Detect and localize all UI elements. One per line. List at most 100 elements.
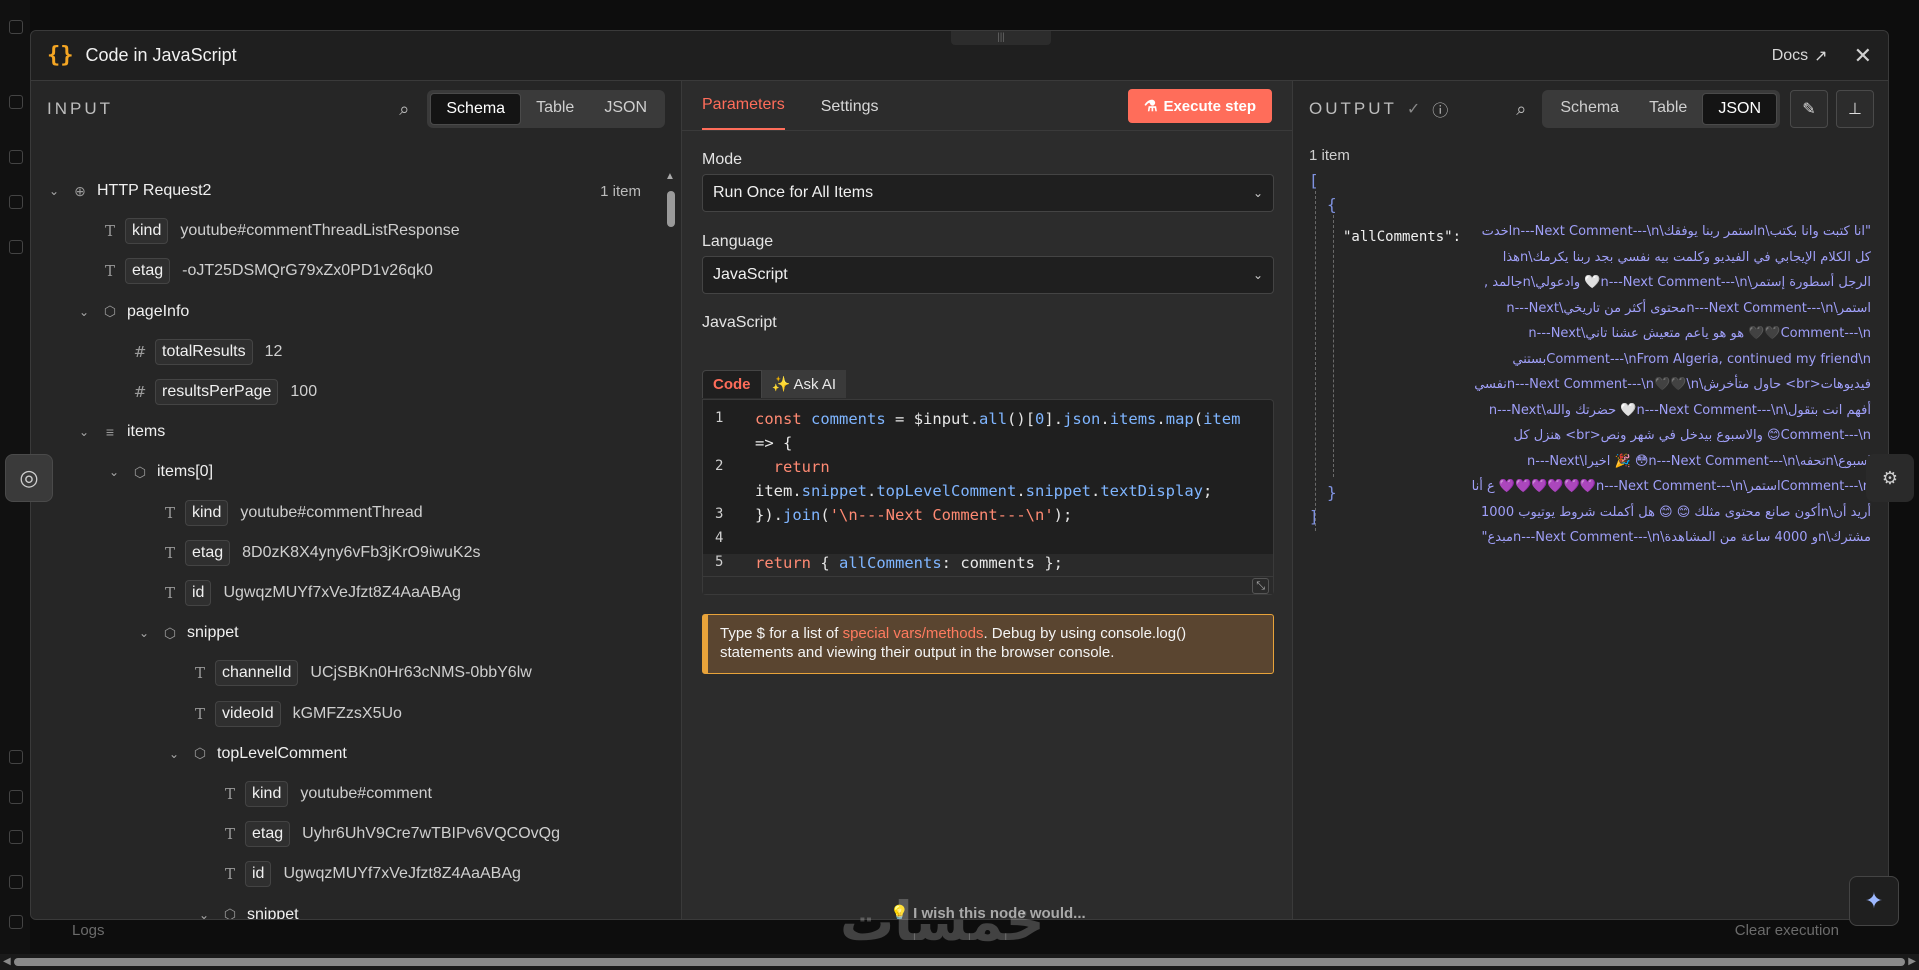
output-tab-json[interactable]: JSON <box>1702 93 1777 125</box>
output-label: OUTPUT <box>1309 99 1397 118</box>
workflow-icon <box>9 95 23 109</box>
tree-key[interactable]: kind <box>125 218 169 245</box>
tree-row[interactable]: ⌄ ⬡ snippet <box>195 900 299 919</box>
execute-step-button[interactable]: ⚗ Execute step <box>1128 89 1272 123</box>
tree-key[interactable]: channelId <box>215 660 299 687</box>
input-tab-table[interactable]: Table <box>521 93 589 125</box>
info-icon[interactable]: ⓘ <box>1432 97 1448 121</box>
tree-value: UCjSBKn0Hr63cNMS-0bbY6lw <box>310 664 532 682</box>
tree-key[interactable]: pageInfo <box>127 303 189 321</box>
tree-key[interactable]: videoId <box>215 700 281 727</box>
close-icon[interactable]: ✕ <box>1854 43 1872 69</box>
horizontal-scrollbar[interactable]: ◀ ▶ <box>0 954 1919 970</box>
package-icon <box>9 790 23 804</box>
scroll-left-icon[interactable]: ◀ <box>3 956 11 967</box>
tree-key[interactable]: snippet <box>247 906 299 919</box>
json-key: "allComments": <box>1343 229 1462 245</box>
tree-key[interactable]: id <box>245 861 272 888</box>
tree-key[interactable]: kind <box>185 499 229 526</box>
chevron-down-icon[interactable]: ⌄ <box>135 626 153 640</box>
tab-settings[interactable]: Settings <box>821 98 879 130</box>
output-tab-schema[interactable]: Schema <box>1545 93 1634 125</box>
search-icon[interactable]: ⌕ <box>399 99 409 120</box>
tree-key[interactable]: resultsPerPage <box>155 379 279 405</box>
modal-title: Code in JavaScript <box>85 45 237 65</box>
chevron-down-icon[interactable]: ⌄ <box>45 184 63 198</box>
settings-icon <box>9 915 23 929</box>
output-tab-table[interactable]: Table <box>1634 93 1702 125</box>
text-type-icon: T <box>194 704 205 723</box>
ask-ai-tab[interactable]: ✨ Ask AI <box>761 370 847 398</box>
tree-key[interactable]: kind <box>245 781 289 807</box>
edit-pencil-icon[interactable]: ✎ <box>1790 90 1828 128</box>
ai-assistant-icon[interactable]: ✦ <box>1849 876 1899 926</box>
tree-row[interactable]: ⌄ ⬡ topLevelComment <box>165 739 347 769</box>
tree-key[interactable]: snippet <box>187 624 239 642</box>
chat-icon <box>9 240 23 254</box>
resize-icon[interactable]: ⤡ <box>1252 578 1269 594</box>
params-tabs: Parameters Settings ⚗ Execute step <box>682 81 1292 131</box>
search-icon[interactable]: ⌕ <box>1516 99 1526 120</box>
chevron-down-icon[interactable]: ⌄ <box>195 908 213 919</box>
tree-key[interactable]: id <box>185 580 212 606</box>
sparkle-icon: ✨ <box>771 376 791 393</box>
tree-row[interactable]: ⌄ ⬡ pageInfo <box>75 297 189 327</box>
tree-key[interactable]: topLevelComment <box>217 745 347 763</box>
tree-key[interactable]: etag <box>185 539 231 566</box>
globe-icon: ⊕ <box>74 182 86 199</box>
language-select[interactable]: JavaScript ⌄ <box>702 256 1274 294</box>
hint-callout: Type $ for a list of special vars/method… <box>702 614 1274 674</box>
tree-key[interactable]: etag <box>245 821 291 848</box>
input-panel: INPUT ⌕ Schema Table JSON ⌄ ⊕ HTTP Request… <box>31 81 681 919</box>
text-type-icon: T <box>164 503 175 522</box>
json-close-bracket: ] <box>1309 507 1319 526</box>
tab-parameters[interactable]: Parameters <box>702 96 785 130</box>
tree-row[interactable]: ⌄ ≡ items <box>75 417 165 447</box>
tree-value: 12 <box>264 342 283 360</box>
text-type-icon: T <box>104 262 115 281</box>
chevron-down-icon[interactable]: ⌄ <box>105 465 123 479</box>
tree-row[interactable]: ⌄ ⬡ items[0] <box>105 457 213 487</box>
input-tab-json[interactable]: JSON <box>589 93 662 125</box>
scroll-thumb[interactable] <box>14 958 1905 966</box>
tree-key[interactable]: totalResults <box>155 338 253 365</box>
tree-key[interactable]: etag <box>125 258 171 285</box>
tree-value: kGMFZzsX5Uo <box>292 704 402 722</box>
output-panel: OUTPUT ✓ ⓘ ⌕ Schema Table JSON ✎ ⊥ 1 ite… <box>1293 81 1888 919</box>
robot-icon[interactable]: ⚙ <box>1866 454 1914 502</box>
tree-value: youtube#commentThreadListResponse <box>180 222 460 240</box>
input-tab-schema[interactable]: Schema <box>430 93 522 125</box>
code-braces-icon: {} <box>47 43 74 68</box>
tree-row: Tetag -oJT25DSMQrG79xZx0PD1v26qk0 <box>75 256 433 286</box>
special-vars-link[interactable]: special vars/methods <box>843 625 984 642</box>
scroll-right-icon[interactable]: ▶ <box>1908 956 1916 967</box>
scroll-thumb[interactable] <box>667 191 675 227</box>
clear-execution-button[interactable]: Clear execution <box>1735 922 1839 939</box>
docs-link[interactable]: Docs ↗ <box>1772 46 1828 66</box>
globe-icon[interactable]: ◎ <box>5 454 53 502</box>
tree-value: UgwqzMUYf7xVeJfzt8Z4AaABAg <box>223 584 461 601</box>
tree-scrollbar[interactable]: ▲ ▼ <box>663 171 679 919</box>
code-tab[interactable]: Code <box>702 370 762 398</box>
chevron-down-icon[interactable]: ⌄ <box>75 425 93 439</box>
tree-key[interactable]: HTTP Request2 <box>97 182 211 200</box>
chevron-down-icon[interactable]: ⌄ <box>75 305 93 319</box>
tree-key[interactable]: items <box>127 423 165 441</box>
pin-icon[interactable]: ⊥ <box>1836 90 1874 128</box>
code-editor[interactable]: 1 const comments = $input.all()[0].json.… <box>702 399 1274 595</box>
object-type-icon: ⬡ <box>133 463 147 480</box>
text-type-icon: T <box>194 664 205 683</box>
chart-icon <box>9 830 23 844</box>
user-icon <box>9 195 23 209</box>
mode-label: Mode <box>702 151 743 168</box>
chevron-down-icon[interactable]: ⌄ <box>165 747 183 761</box>
scroll-up-icon[interactable]: ▲ <box>665 171 675 182</box>
logs-label[interactable]: Logs <box>72 922 105 939</box>
drag-handle[interactable]: ||| <box>951 31 1051 45</box>
tree-key[interactable]: items[0] <box>157 463 213 481</box>
mode-select[interactable]: Run Once for All Items ⌄ <box>702 174 1274 212</box>
input-panel-header: INPUT ⌕ Schema Table JSON <box>31 81 681 137</box>
tree-row: Tetag Uyhr6UhV9Cre7wTBIPv6VQCOvQg <box>195 819 560 849</box>
tree-row[interactable]: ⌄ ⊕ HTTP Request2 1 item <box>45 176 641 206</box>
tree-row[interactable]: ⌄ ⬡ snippet <box>135 618 239 648</box>
